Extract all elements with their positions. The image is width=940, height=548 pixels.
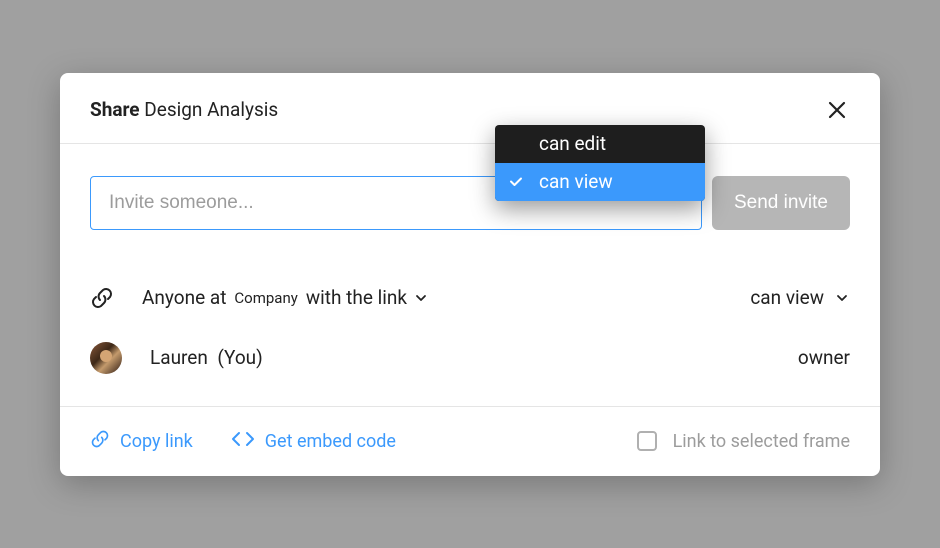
modal-body: Send invite can edit can view xyxy=(60,144,880,406)
close-button[interactable] xyxy=(824,97,850,123)
access-company: Company xyxy=(234,289,297,307)
title-prefix: Share xyxy=(90,98,140,121)
avatar xyxy=(90,342,122,374)
link-access-scope[interactable]: Anyone at Company with the link xyxy=(142,286,429,309)
link-icon xyxy=(90,429,110,454)
user-name: Lauren xyxy=(150,346,208,369)
modal-title: Share Design Analysis xyxy=(90,98,278,121)
share-modal: Share Design Analysis Send invite can ed… xyxy=(60,73,880,476)
user-you-suffix: (You) xyxy=(217,346,262,369)
title-name: Design Analysis xyxy=(144,98,278,121)
chevron-down-icon xyxy=(834,290,850,306)
link-access-left: Anyone at Company with the link xyxy=(90,286,429,310)
send-invite-button[interactable]: Send invite xyxy=(712,176,850,230)
dropdown-option-label: can view xyxy=(539,170,613,193)
link-permission-label: can view xyxy=(750,286,824,309)
modal-header: Share Design Analysis xyxy=(60,73,880,144)
footer-left: Copy link Get embed code xyxy=(90,429,396,454)
footer-right: Link to selected frame xyxy=(637,431,850,452)
invite-row: Send invite can edit can view xyxy=(90,176,850,230)
selected-frame-label: Link to selected frame xyxy=(673,431,850,452)
check-icon xyxy=(509,170,523,193)
user-row: Lauren (You) owner xyxy=(90,324,850,382)
access-suffix: with the link xyxy=(306,286,407,309)
selected-frame-checkbox[interactable] xyxy=(637,431,657,451)
embed-code-label: Get embed code xyxy=(265,431,396,452)
dropdown-option-can-view[interactable]: can view xyxy=(495,163,705,201)
embed-code-button[interactable]: Get embed code xyxy=(231,429,396,454)
access-prefix: Anyone at xyxy=(142,286,226,309)
user-left: Lauren (You) xyxy=(90,342,263,374)
link-permission-select[interactable]: can view xyxy=(750,286,850,309)
link-icon xyxy=(90,286,114,310)
copy-link-label: Copy link xyxy=(120,431,193,452)
user-role: owner xyxy=(798,346,850,369)
modal-footer: Copy link Get embed code Link to selecte… xyxy=(60,406,880,476)
code-icon xyxy=(231,429,255,454)
close-icon xyxy=(827,100,847,120)
permission-dropdown: can edit can view xyxy=(495,125,705,201)
copy-link-button[interactable]: Copy link xyxy=(90,429,193,454)
link-access-row: Anyone at Company with the link can view xyxy=(90,272,850,324)
dropdown-option-can-edit[interactable]: can edit xyxy=(495,125,705,163)
chevron-down-icon xyxy=(413,290,429,306)
user-name-group: Lauren (You) xyxy=(150,346,263,369)
dropdown-option-label: can edit xyxy=(539,132,606,155)
